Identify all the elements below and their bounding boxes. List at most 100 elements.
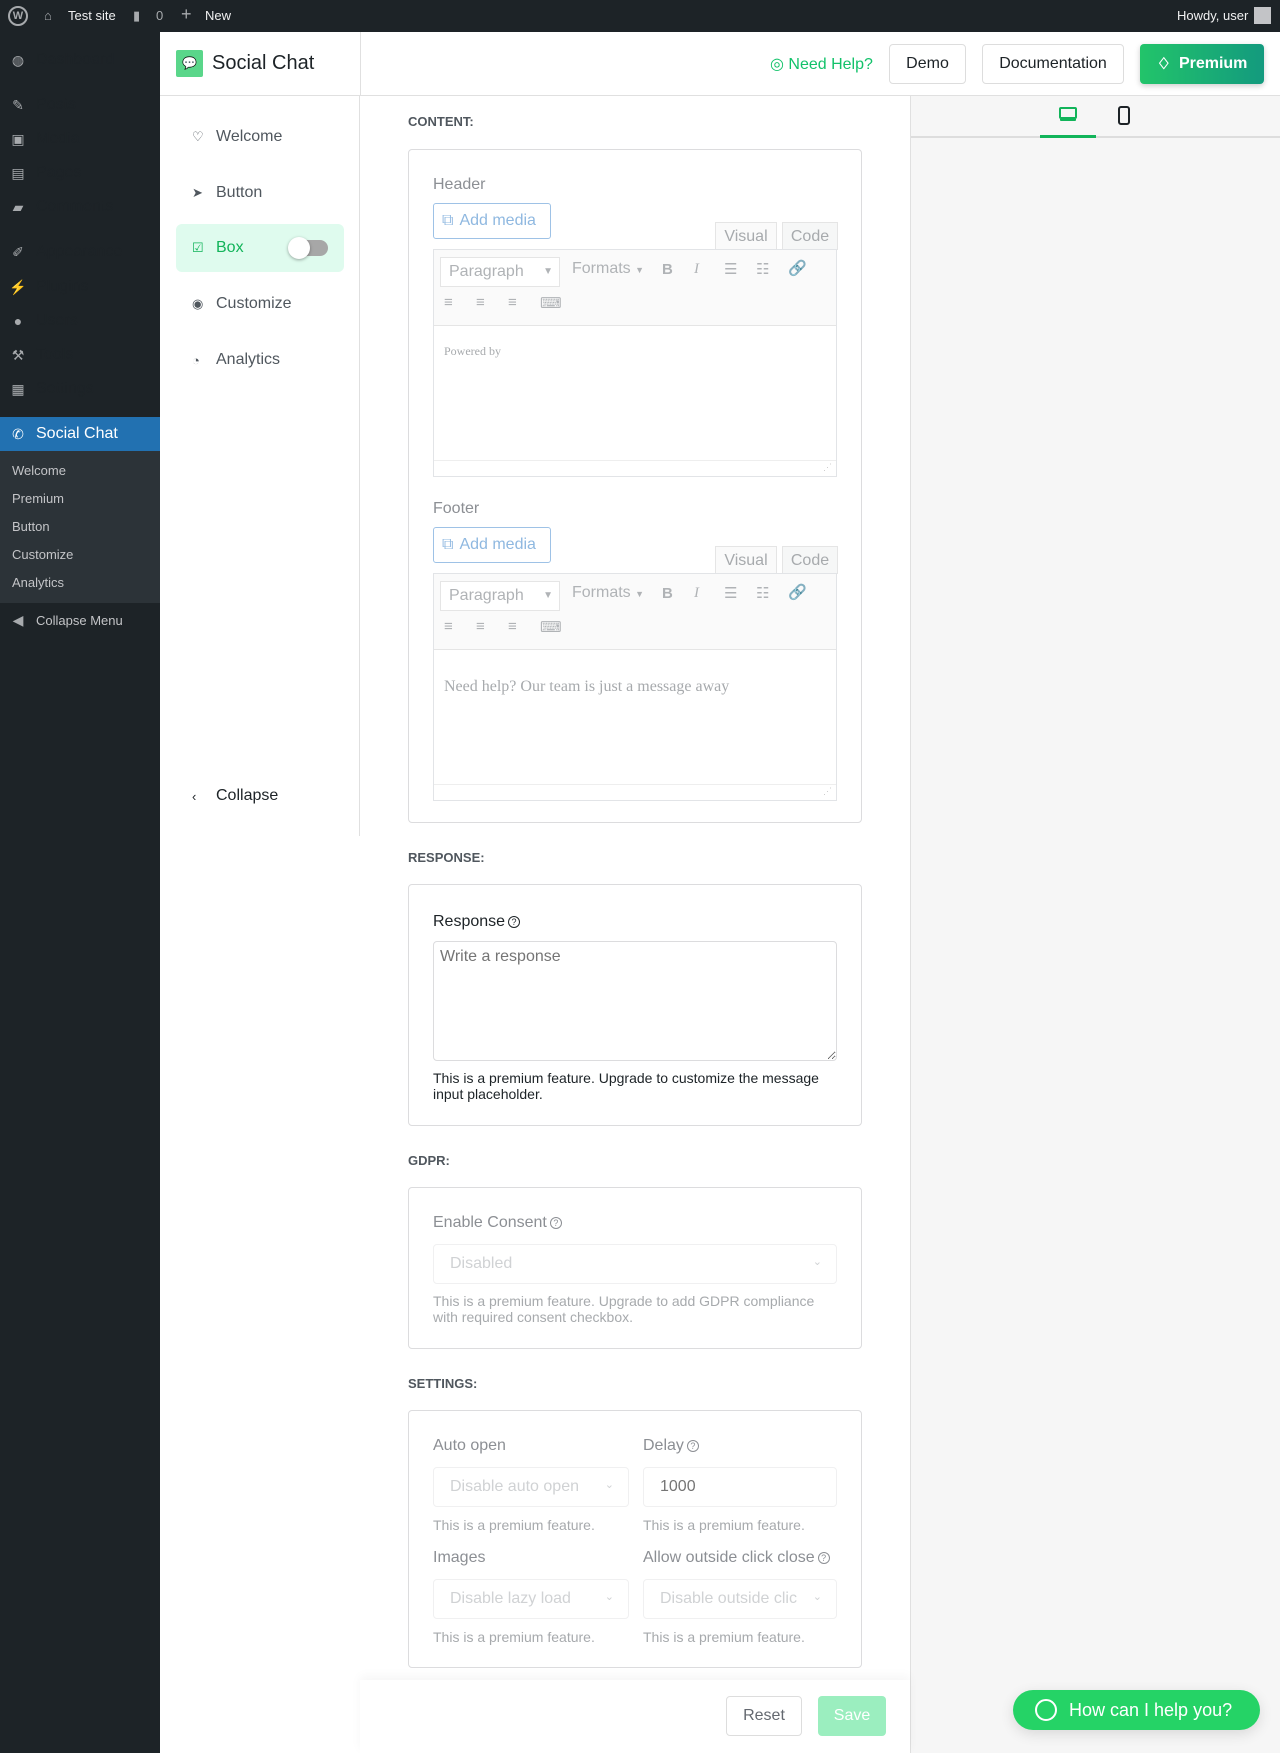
wp-menu-media[interactable]: ▣ Media (0, 122, 160, 156)
formats-dropdown[interactable]: Formats ▼ (572, 260, 644, 278)
numbered-list-icon[interactable]: ☷ (756, 584, 769, 602)
nav-box[interactable]: ☑ Box (176, 224, 344, 272)
nav-analytics[interactable]: ◔ Analytics (176, 336, 344, 384)
italic-icon[interactable]: I (694, 585, 699, 602)
outside-click-select[interactable]: Disable outside clic ⌄ (643, 1579, 837, 1619)
bold-icon[interactable]: B (662, 585, 673, 602)
nav-welcome[interactable]: ♡ Welcome (176, 113, 344, 161)
bullet-list-icon[interactable]: ☰ (724, 584, 737, 602)
outside-click-note: This is a premium feature. (643, 1629, 805, 1645)
box-toggle[interactable] (288, 237, 328, 259)
palette-icon: ◉ (192, 296, 204, 311)
collapse-button[interactable]: ‹ Collapse (176, 772, 344, 820)
consent-select[interactable]: Disabled ⌄ (433, 1244, 837, 1284)
link-icon[interactable]: 🔗 (788, 259, 807, 277)
select-value: Disable auto open (450, 1478, 579, 1495)
header-add-media-button[interactable]: ⧉ Add media (433, 203, 551, 239)
user-icon: ● (13, 313, 23, 329)
wp-submenu-item[interactable]: Analytics (12, 575, 64, 590)
consent-label: Enable Consent? (433, 1214, 562, 1232)
header-code-tab[interactable]: Code (782, 222, 838, 250)
help-icon[interactable]: ? (508, 915, 521, 928)
wp-submenu-item[interactable]: Welcome (12, 463, 66, 478)
wp-submenu-item[interactable]: Premium (12, 491, 64, 506)
reset-button[interactable]: Reset (726, 1696, 802, 1736)
wp-menu-settings[interactable]: ▦ Settings (0, 372, 160, 406)
paragraph-select[interactable]: Paragraph ▼ (440, 581, 560, 611)
align-center-icon[interactable]: ≡ (476, 618, 485, 635)
wp-menu-dashboard[interactable]: ◍ Dashboard (0, 43, 160, 77)
align-right-icon[interactable]: ≡ (508, 294, 517, 311)
bold-icon[interactable]: B (662, 261, 673, 278)
footer-editor-text[interactable]: Need help? Our team is just a message aw… (444, 678, 729, 696)
header-editor: Paragraph ▼ Formats ▼ B I ☰ ☷ 🔗 ≡ ≡ ≡ ⌨ P… (433, 249, 837, 477)
desktop-preview-tab[interactable] (1040, 96, 1096, 138)
collapse-menu-button[interactable]: ◀ Collapse Menu (0, 603, 160, 637)
keyboard-icon[interactable]: ⌨ (540, 294, 562, 312)
menu-label: Tools (36, 346, 74, 363)
align-center-icon[interactable]: ≡ (476, 294, 485, 311)
chevron-left-icon: ‹ (192, 788, 197, 804)
help-icon[interactable]: ? (549, 1216, 562, 1229)
link-icon[interactable]: 🔗 (788, 583, 807, 601)
plugin-header: 💬 Social Chat ◎ Need Help? Demo Document… (160, 32, 1280, 96)
wp-menu-tools[interactable]: ⚒ Tools (0, 338, 160, 372)
wp-menu-plugins[interactable]: ⚡ Plugins (0, 270, 160, 304)
bullet-list-icon[interactable]: ☰ (724, 260, 737, 278)
chat-bubble-button[interactable]: How can I help you? (1013, 1690, 1260, 1730)
select-value: Paragraph (449, 263, 524, 280)
align-left-icon[interactable]: ≡ (444, 618, 453, 635)
resize-handle-icon[interactable]: ⋰ (823, 786, 832, 797)
nav-label: Button (216, 184, 263, 201)
label-text: Enable Consent (433, 1214, 547, 1231)
documentation-button[interactable]: Documentation (982, 44, 1124, 84)
footer-code-tab[interactable]: Code (782, 546, 838, 574)
premium-button[interactable]: ♢ Premium (1140, 44, 1264, 84)
header-editor-text[interactable]: Powered by (444, 344, 501, 359)
mobile-preview-tab[interactable] (1096, 96, 1152, 136)
wordpress-logo-icon[interactable]: W (8, 6, 28, 26)
help-icon[interactable]: ? (817, 1551, 830, 1564)
response-textarea[interactable] (433, 941, 837, 1061)
wp-menu-social-chat[interactable]: ✆ Social Chat (0, 417, 160, 451)
preview-panel: How can I help you? (910, 96, 1280, 1753)
align-right-icon[interactable]: ≡ (508, 618, 517, 635)
avatar[interactable] (1254, 7, 1271, 24)
footer-add-media-button[interactable]: ⧉ Add media (433, 527, 551, 563)
wp-submenu-item[interactable]: Customize (12, 547, 73, 562)
howdy-user[interactable]: Howdy, user (1177, 8, 1248, 23)
delay-label: Delay? (643, 1437, 699, 1455)
menu-label: Plugins (36, 278, 89, 295)
keyboard-icon[interactable]: ⌨ (540, 618, 562, 636)
images-select[interactable]: Disable lazy load ⌄ (433, 1579, 629, 1619)
save-button[interactable]: Save (818, 1696, 886, 1736)
wp-menu-appearance[interactable]: ✐ Appearance (0, 235, 160, 269)
need-help-link[interactable]: ◎ Need Help? (770, 54, 873, 74)
auto-open-select[interactable]: Disable auto open ⌄ (433, 1467, 629, 1507)
new-link[interactable]: New (205, 8, 231, 23)
site-link[interactable]: Test site (68, 8, 116, 23)
italic-icon[interactable]: I (694, 261, 699, 278)
images-label: Images (433, 1549, 486, 1566)
demo-button[interactable]: Demo (889, 44, 966, 84)
delay-input[interactable] (643, 1467, 837, 1507)
brush-icon: ✐ (12, 243, 24, 260)
formats-dropdown[interactable]: Formats ▼ (572, 584, 644, 602)
paragraph-select[interactable]: Paragraph ▼ (440, 257, 560, 287)
header-visual-tab[interactable]: Visual (715, 222, 777, 250)
footer-visual-tab[interactable]: Visual (715, 546, 777, 574)
wp-menu-users[interactable]: ● Users (0, 304, 160, 338)
plugin-logo-icon: 💬 (176, 50, 203, 77)
wp-menu-comments[interactable]: ▰ Comments (0, 190, 160, 224)
comments-count[interactable]: 0 (156, 8, 163, 23)
nav-customize[interactable]: ◉ Customize (176, 280, 344, 328)
align-left-icon[interactable]: ≡ (444, 294, 453, 311)
menu-label: Pages (36, 164, 82, 181)
numbered-list-icon[interactable]: ☷ (756, 260, 769, 278)
wp-menu-posts[interactable]: ✎ Posts (0, 88, 160, 122)
nav-button[interactable]: ➤ Button (176, 169, 344, 217)
resize-handle-icon[interactable]: ⋰ (823, 462, 832, 473)
wp-menu-pages[interactable]: ▤ Pages (0, 156, 160, 190)
wp-submenu-item[interactable]: Button (12, 519, 50, 534)
help-icon[interactable]: ? (686, 1439, 699, 1452)
